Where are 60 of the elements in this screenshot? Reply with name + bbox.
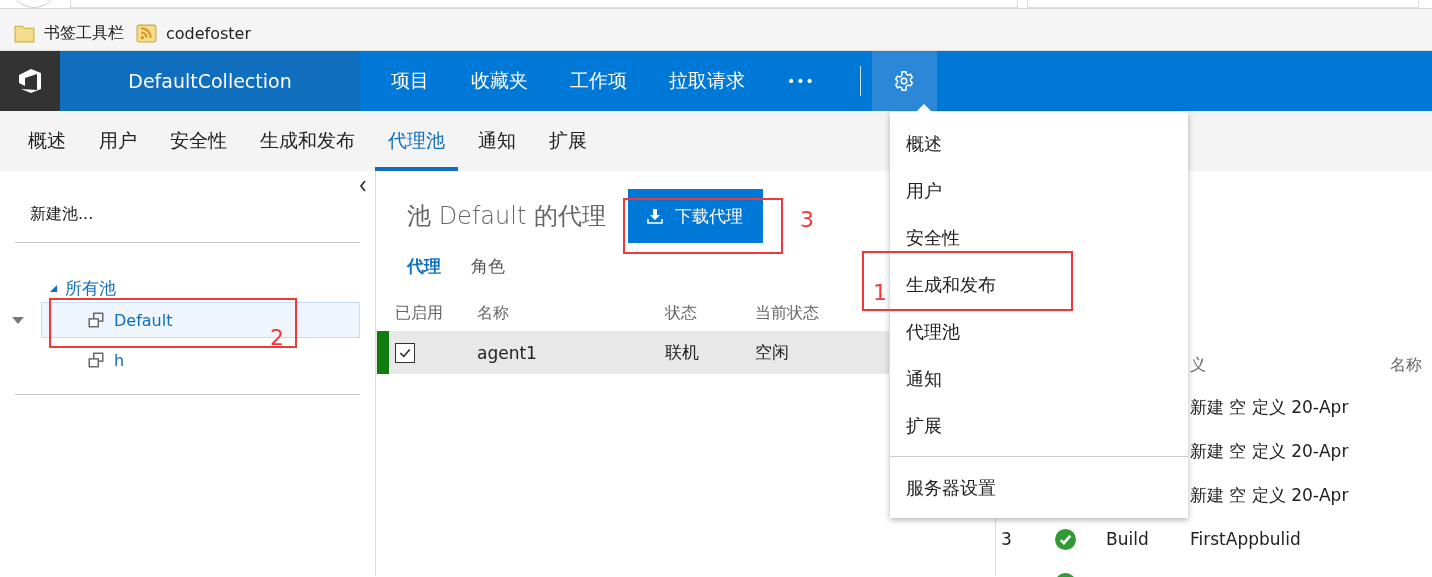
more-button[interactable]: •••: [776, 73, 826, 89]
nav-item[interactable]: 拉取请求: [658, 68, 756, 94]
subnav-tab[interactable]: 生成和发布: [247, 111, 368, 171]
tree-item[interactable]: 所有池: [65, 276, 116, 300]
nav-item[interactable]: 收藏夹: [460, 68, 539, 94]
collapse-icon[interactable]: [358, 179, 368, 193]
download-icon: [647, 208, 664, 224]
settings-button[interactable]: [871, 51, 937, 111]
pivot-tab[interactable]: 角色: [471, 254, 505, 278]
pool-icon: [87, 351, 105, 369]
new-pool-link[interactable]: 新建池...: [30, 204, 375, 224]
column-header[interactable]: 义: [1190, 354, 1390, 376]
collection-title[interactable]: DefaultCollection: [60, 51, 360, 111]
menu-item[interactable]: 安全性: [890, 214, 1188, 261]
folder-icon: [14, 23, 35, 44]
table-cell: 新建 空 定义 20-Apr: [1190, 439, 1349, 463]
agent-row[interactable]: agent1 联机 空闲: [376, 331, 889, 374]
column-header[interactable]: 已启用: [389, 302, 472, 324]
logo-icon: [16, 67, 44, 95]
menu-item[interactable]: 代理池: [890, 308, 1188, 355]
menu-item[interactable]: 概述: [890, 120, 1188, 167]
page-title: 池 Default 的代理: [407, 201, 606, 232]
table-cell-text: 空闲: [754, 341, 790, 364]
column-header[interactable]: 名称: [472, 302, 660, 324]
bookmark-link[interactable]: 书签工具栏: [44, 23, 124, 44]
table-cell-text: agent1: [476, 342, 538, 363]
table-cell: FirstAppbulid: [1190, 529, 1301, 549]
menu-item[interactable]: 通知: [890, 355, 1188, 402]
expand-icon[interactable]: [49, 283, 58, 293]
nav-item[interactable]: 项目: [380, 68, 440, 94]
enabled-checkbox[interactable]: [395, 342, 415, 363]
expand-icon[interactable]: [12, 316, 24, 324]
subnav-tab[interactable]: 用户: [86, 111, 150, 171]
table-cell: Build: [1106, 529, 1149, 549]
column-header[interactable]: 当前状态: [750, 302, 870, 324]
nav-item[interactable]: 工作项: [559, 68, 638, 94]
annotation-label: 1: [873, 281, 887, 305]
pool-icon: [87, 311, 105, 329]
menu-item[interactable]: 用户: [890, 167, 1188, 214]
menu-item[interactable]: 生成和发布: [890, 261, 1188, 308]
table-cell: 新建 空 定义 20-Apr: [1190, 483, 1349, 507]
bookmark-link[interactable]: codefoster: [166, 24, 252, 43]
table-cell-text: 联机: [664, 341, 700, 364]
download-button[interactable]: 下载代理: [627, 189, 763, 243]
table-cell: 新建 空 定义 20-Apr: [1190, 395, 1349, 419]
subnav-tab[interactable]: 安全性: [157, 111, 240, 171]
feed-icon: [136, 23, 157, 44]
pivot-tab[interactable]: 代理: [407, 254, 441, 278]
subnav-tab[interactable]: 通知: [465, 111, 529, 171]
column-header[interactable]: 名称: [1390, 354, 1430, 376]
subnav-tab[interactable]: 概述: [15, 111, 79, 171]
logo-block[interactable]: [0, 51, 60, 111]
settings-icon: [893, 70, 916, 92]
menu-item[interactable]: 扩展: [890, 402, 1188, 449]
subnav-tab[interactable]: 扩展: [536, 111, 600, 171]
annotation-label: 3: [800, 208, 814, 232]
subnav-tab[interactable]: 代理池: [375, 111, 458, 171]
menu-item[interactable]: 服务器设置: [890, 464, 1188, 511]
column-header[interactable]: 状态: [660, 302, 750, 324]
table-cell: 3: [1001, 529, 1012, 549]
